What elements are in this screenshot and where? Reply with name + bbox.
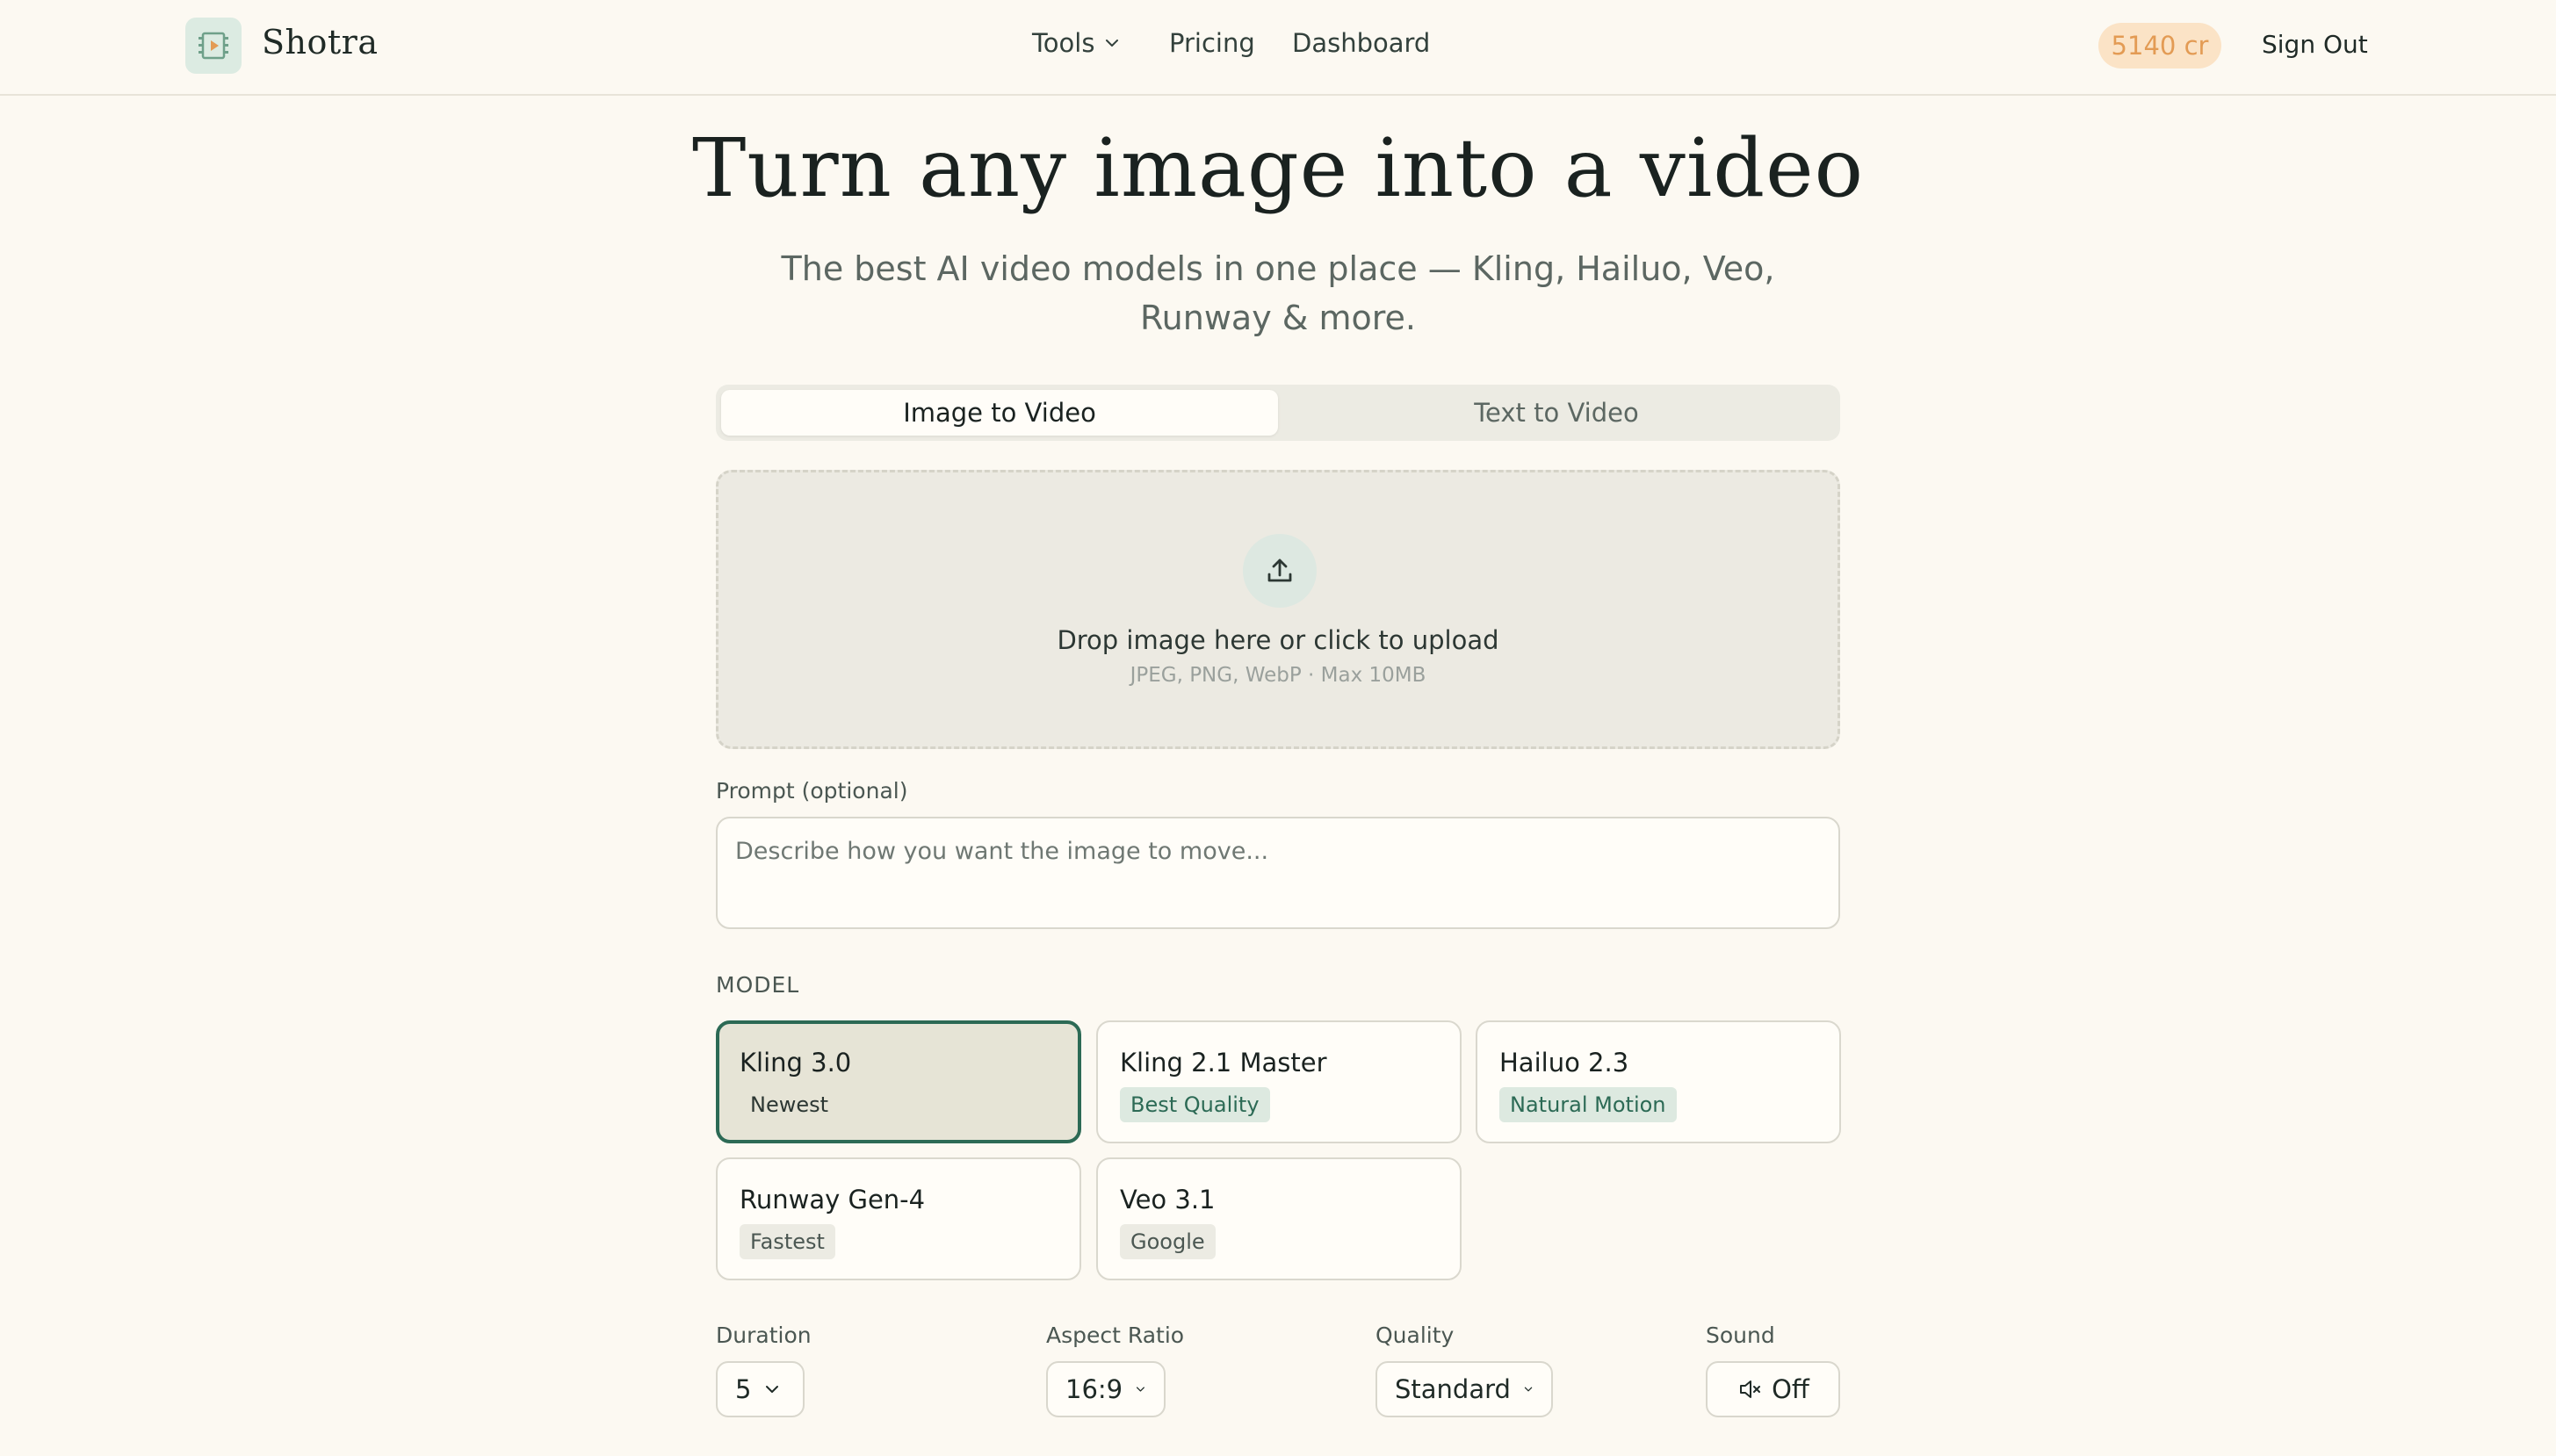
brand-name[interactable]: Shotra	[262, 23, 378, 61]
nav-dashboard[interactable]: Dashboard	[1292, 28, 1430, 58]
model-badge: Best Quality	[1120, 1087, 1270, 1122]
quality-label: Quality	[1375, 1323, 1455, 1348]
aspect-ratio-select[interactable]: 16:9	[1046, 1361, 1166, 1417]
duration-label: Duration	[716, 1323, 812, 1348]
nav-tools-label: Tools	[1032, 28, 1095, 58]
chevron-down-icon	[1524, 1387, 1533, 1392]
sound-value: Off	[1772, 1374, 1809, 1404]
duration-value: 5	[735, 1374, 752, 1404]
upload-instruction: Drop image here or click to upload	[1057, 625, 1499, 655]
model-card-hailuo-2-3[interactable]: Hailuo 2.3 Natural Motion	[1476, 1020, 1841, 1143]
model-section-label: MODEL	[716, 972, 800, 998]
model-name: Kling 2.1 Master	[1120, 1048, 1327, 1078]
model-name: Kling 3.0	[740, 1048, 852, 1078]
model-badge: Fastest	[740, 1224, 835, 1259]
nav-tools[interactable]: Tools	[1032, 28, 1121, 58]
image-upload-dropzone[interactable]: Drop image here or click to upload JPEG,…	[716, 470, 1840, 749]
model-name: Runway Gen-4	[740, 1185, 926, 1215]
duration-select[interactable]: 5	[716, 1361, 805, 1417]
credits-badge[interactable]: 5140 cr	[2098, 23, 2221, 68]
sign-out-button[interactable]: Sign Out	[2262, 30, 2368, 59]
nav-pricing[interactable]: Pricing	[1169, 28, 1255, 58]
model-name: Veo 3.1	[1120, 1185, 1216, 1215]
prompt-input[interactable]	[716, 817, 1840, 929]
aspect-ratio-value: 16:9	[1065, 1374, 1123, 1404]
tab-text-to-video[interactable]: Text to Video	[1278, 390, 1835, 436]
upload-icon	[1243, 534, 1317, 608]
model-card-runway-gen-4[interactable]: Runway Gen-4 Fastest	[716, 1157, 1081, 1280]
top-navbar: Shotra Tools Pricing Dashboard 5140 cr S…	[0, 0, 2556, 96]
model-badge: Natural Motion	[1499, 1087, 1677, 1122]
model-card-veo-3-1[interactable]: Veo 3.1 Google	[1096, 1157, 1462, 1280]
aspect-ratio-label: Aspect Ratio	[1046, 1323, 1185, 1348]
speaker-muted-icon	[1740, 1380, 1761, 1398]
model-card-kling-3-0[interactable]: Kling 3.0 Newest	[716, 1020, 1081, 1143]
page-subtitle: The best AI video models in one place — …	[781, 249, 1775, 337]
sound-label: Sound	[1706, 1323, 1775, 1348]
tab-image-to-video[interactable]: Image to Video	[721, 390, 1278, 436]
chevron-down-icon	[1137, 1387, 1145, 1392]
chevron-down-icon	[766, 1386, 779, 1393]
mode-tabs: Image to Video Text to Video	[716, 385, 1840, 441]
model-name: Hailuo 2.3	[1499, 1048, 1629, 1078]
model-card-kling-2-1-master[interactable]: Kling 2.1 Master Best Quality	[1096, 1020, 1462, 1143]
page-title: Turn any image into a video	[691, 121, 1864, 215]
model-badge: Google	[1120, 1224, 1216, 1259]
chevron-down-icon	[1106, 40, 1119, 47]
model-badge: Newest	[750, 1092, 829, 1117]
prompt-label: Prompt (optional)	[716, 778, 908, 804]
film-icon[interactable]	[185, 18, 242, 74]
upload-format-hint: JPEG, PNG, WebP · Max 10MB	[1130, 664, 1426, 687]
sound-toggle[interactable]: Off	[1706, 1361, 1840, 1417]
quality-select[interactable]: Standard	[1375, 1361, 1553, 1417]
quality-value: Standard	[1395, 1374, 1511, 1404]
